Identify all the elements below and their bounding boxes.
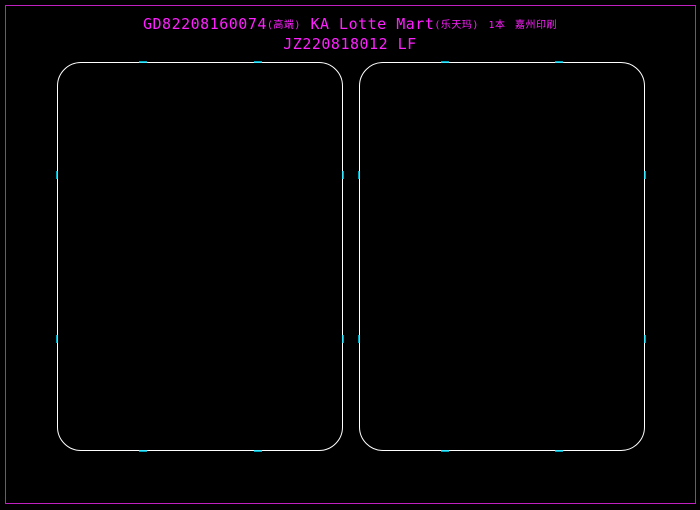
registration-marks xyxy=(56,61,646,452)
